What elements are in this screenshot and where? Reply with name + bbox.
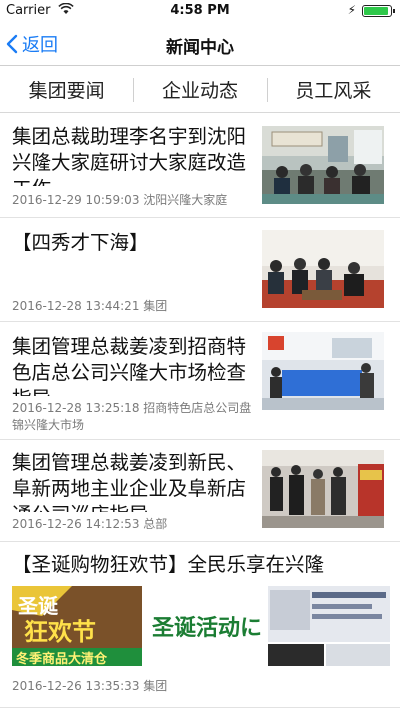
news-item[interactable]: 集团总裁助理李名宇到沈阳兴隆大家庭研讨大家庭改造工作 2016-12-29 10…: [0, 114, 400, 218]
news-item[interactable]: 集团管理总裁姜凌到招商特色店总公司兴隆大市场检查指导 2016-12-28 13…: [0, 322, 400, 440]
charging-icon: ⚡: [347, 3, 356, 17]
battery-icon: [362, 5, 395, 17]
news-meta: 2016-12-28 13:44:21 集团: [12, 299, 168, 313]
news-meta: 2016-12-26 14:12:53 总部: [12, 517, 168, 531]
news-item[interactable]: 集团管理总裁姜凌到新民、阜新两地主业企业及阜新店通公司巡店指导 2016-12-…: [0, 440, 400, 542]
banner-text-clearance: 冬季商品大清仓: [16, 652, 108, 666]
news-thumbnail: [262, 230, 384, 308]
category-tabs: 集团要闻 企业动态 员工风采: [0, 67, 400, 113]
banner-text-carnival: 狂欢节: [24, 618, 96, 646]
tab-group-news[interactable]: 集团要闻: [0, 67, 133, 112]
news-thumbnail: [262, 450, 384, 528]
news-title: 集团管理总裁姜凌到招商特色店总公司兴隆大市场检查指导: [12, 335, 247, 396]
banner-text-activity: 圣诞活动に: [152, 616, 263, 641]
news-title: 【圣诞购物狂欢节】全民乐享在兴隆: [12, 553, 325, 576]
news-item[interactable]: 【圣诞购物狂欢节】全民乐享在兴隆 圣诞 狂欢节 冬季商品大清仓 圣诞活动に 20…: [0, 542, 400, 708]
news-title: 集团总裁助理李名宇到沈阳兴隆大家庭研讨大家庭改造工作: [12, 125, 247, 186]
news-meta: 2016-12-29 10:59:03 沈阳兴隆大家庭: [12, 193, 228, 207]
status-bar: Carrier 4:58 PM ⚡: [0, 0, 400, 22]
news-thumbnail: [262, 126, 384, 204]
news-list: 集团总裁助理李名宇到沈阳兴隆大家庭研讨大家庭改造工作 2016-12-29 10…: [0, 114, 400, 710]
news-meta: 2016-12-28 13:25:18 招商特色店总公司盘锦兴隆大市场: [12, 401, 252, 432]
navigation-bar: 返回 新闻中心: [0, 22, 400, 66]
news-item[interactable]: 【四秀才下海】 2016-12-28 13:44:21 集团: [0, 218, 400, 322]
tab-staff-showcase[interactable]: 员工风采: [266, 67, 400, 112]
tab-company-updates[interactable]: 企业动态: [133, 67, 266, 112]
news-title: 集团管理总裁姜凌到新民、阜新两地主业企业及阜新店通公司巡店指导: [12, 451, 247, 512]
news-meta: 2016-12-26 13:35:33 集团: [12, 679, 168, 693]
clock: 4:58 PM: [170, 3, 230, 18]
news-title: 【四秀才下海】: [12, 231, 149, 254]
news-banner-image: 圣诞 狂欢节 冬季商品大清仓 圣诞活动に: [12, 586, 390, 666]
news-thumbnail: [262, 332, 384, 410]
page-title: 新闻中心: [166, 38, 234, 58]
